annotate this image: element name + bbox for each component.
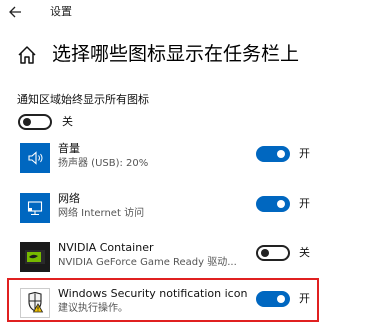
toggle-knob <box>277 200 285 208</box>
nvidia-toggle[interactable] <box>256 245 290 261</box>
app-name: 音量 <box>58 142 80 155</box>
app-row-volume: 音量 扬声器 (USB): 20% 开 <box>0 140 384 182</box>
toggle-knob <box>261 249 269 257</box>
back-arrow-icon <box>9 6 21 18</box>
window-title: 设置 <box>50 5 72 18</box>
always-show-row <box>18 114 52 134</box>
app-subtitle: NVIDIA GeForce Game Ready 驱动... <box>58 257 237 268</box>
toggle-state-label: 开 <box>299 147 310 160</box>
app-subtitle: 扬声器 (USB): 20% <box>58 158 149 169</box>
highlight-box <box>7 278 319 322</box>
app-name: NVIDIA Container <box>58 241 154 254</box>
app-row-nvidia: NVIDIA Container NVIDIA GeForce Game Rea… <box>0 239 384 281</box>
title-bar: 设置 <box>0 0 384 24</box>
toggle-state-label: 开 <box>299 197 310 210</box>
nvidia-icon <box>20 242 50 272</box>
page-title: 选择哪些图标显示在任务栏上 <box>52 43 300 65</box>
back-button[interactable] <box>6 2 30 22</box>
always-show-state: 关 <box>62 115 73 128</box>
speaker-icon <box>20 143 50 173</box>
toggle-knob <box>277 150 285 158</box>
always-show-toggle[interactable] <box>18 114 52 130</box>
always-show-label: 通知区域始终显示所有图标 <box>17 93 149 106</box>
app-name: 网络 <box>58 192 80 205</box>
toggle-state-label: 关 <box>299 246 310 259</box>
app-subtitle: 网络 Internet 访问 <box>58 208 145 219</box>
home-icon[interactable] <box>16 44 38 66</box>
app-row-network: 网络 网络 Internet 访问 开 <box>0 190 384 232</box>
network-toggle[interactable] <box>256 196 290 212</box>
network-icon <box>20 193 50 223</box>
volume-toggle[interactable] <box>256 146 290 162</box>
toggle-knob <box>23 118 31 126</box>
page-header: 选择哪些图标显示在任务栏上 <box>14 38 378 74</box>
